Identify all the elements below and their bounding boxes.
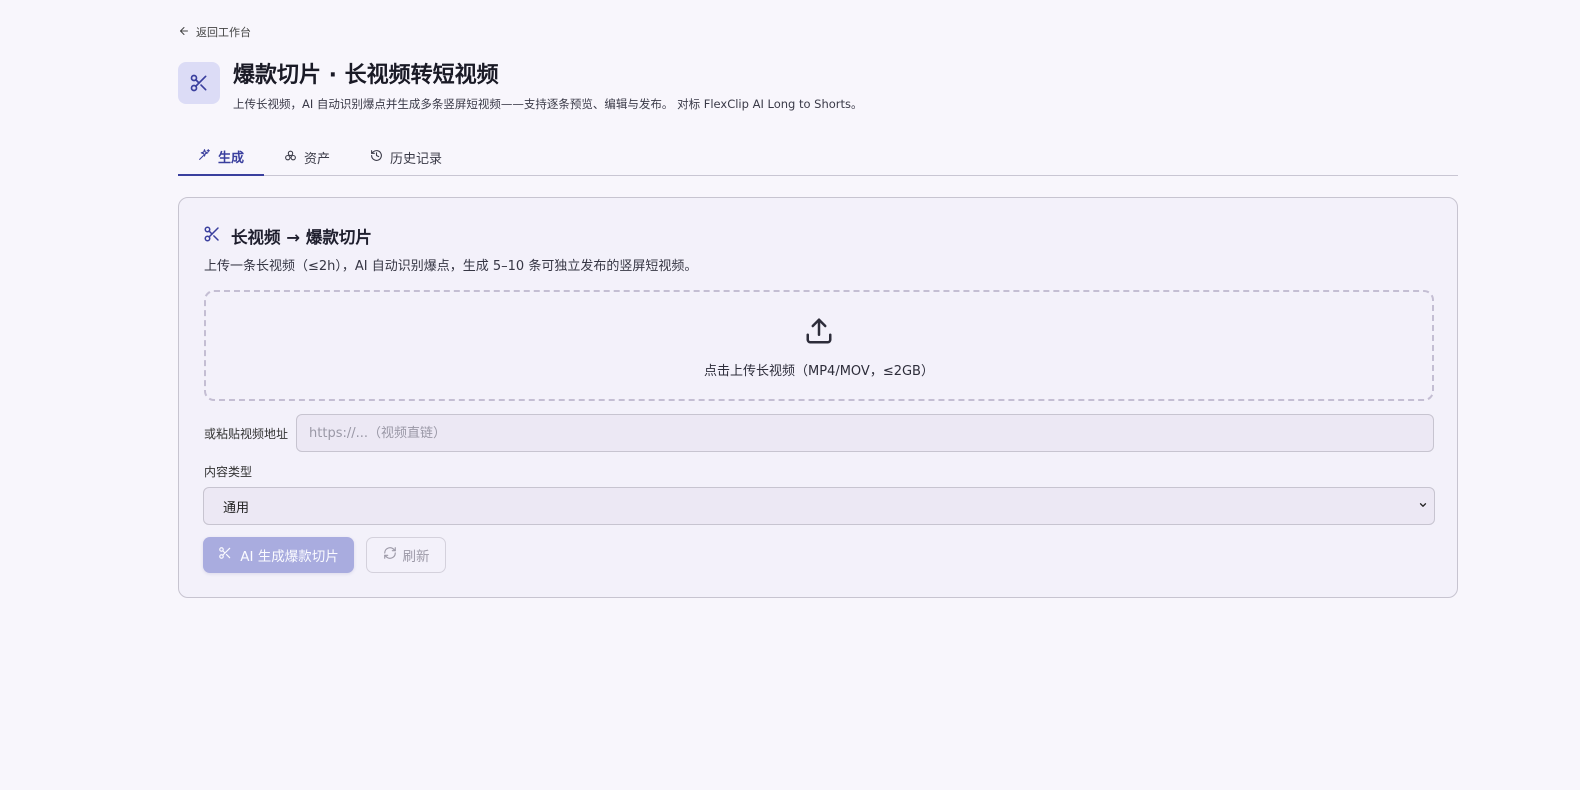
back-link-label: 返回工作台 <box>196 26 251 39</box>
url-row: 或粘贴视频地址 <box>204 414 1434 452</box>
generate-clips-button[interactable]: AI 生成爆款切片 <box>203 537 354 573</box>
clip-generator-card: 长视频 → 爆款切片 上传一条长视频（≤2h），AI 自动识别爆点，生成 5–1… <box>178 197 1458 598</box>
history-icon <box>370 149 383 166</box>
tab-label: 历史记录 <box>390 151 443 167</box>
tab-generate[interactable]: 生成 <box>178 138 265 176</box>
tab-label: 生成 <box>218 150 245 166</box>
page-header: 爆款切片 · 长视频转短视频 上传长视频，AI 自动识别爆点并生成多条竖屏短视频… <box>178 62 863 112</box>
assets-icon <box>284 149 297 166</box>
content-type-label: 内容类型 <box>204 465 253 479</box>
scissors-icon <box>203 225 221 247</box>
url-label: 或粘贴视频地址 <box>204 426 289 441</box>
tab-bar: 生成 资产 历史记录 <box>178 138 1458 176</box>
scissors-icon <box>218 546 232 564</box>
video-upload-dropzone[interactable]: 点击上传长视频（MP4/MOV，≤2GB） <box>204 290 1434 401</box>
page-title: 爆款切片 · 长视频转短视频 <box>233 63 499 88</box>
page-subtitle: 上传长视频，AI 自动识别爆点并生成多条竖屏短视频——支持逐条预览、编辑与发布。… <box>233 97 863 111</box>
generate-button-label: AI 生成爆款切片 <box>240 549 339 565</box>
refresh-icon <box>383 546 397 564</box>
upload-icon <box>804 312 834 350</box>
card-title: 长视频 → 爆款切片 <box>203 224 372 248</box>
content-type-select[interactable]: 通用 <box>203 487 1435 525</box>
back-to-workbench-link[interactable]: 返回工作台 <box>178 24 251 40</box>
card-title-text: 长视频 → 爆款切片 <box>231 228 372 247</box>
tab-assets[interactable]: 资产 <box>264 138 350 176</box>
tab-label: 资产 <box>304 151 331 167</box>
video-url-input[interactable] <box>296 414 1434 452</box>
refresh-button[interactable]: 刷新 <box>366 537 446 573</box>
upload-instruction: 点击上传长视频（MP4/MOV，≤2GB） <box>704 364 934 379</box>
chevron-down-icon <box>1418 499 1428 514</box>
sparkles-icon <box>198 148 211 165</box>
refresh-button-label: 刷新 <box>402 549 430 565</box>
arrow-left-icon <box>178 25 190 40</box>
content-type-value: 通用 <box>223 500 250 516</box>
page: 返回工作台 爆款切片 · 长视频转短视频 上传长视频，AI 自动识别爆点并生成多… <box>0 0 1580 790</box>
tab-history[interactable]: 历史记录 <box>350 138 462 176</box>
scissors-icon <box>178 62 220 104</box>
card-description: 上传一条长视频（≤2h），AI 自动识别爆点，生成 5–10 条可独立发布的竖屏… <box>204 259 698 274</box>
